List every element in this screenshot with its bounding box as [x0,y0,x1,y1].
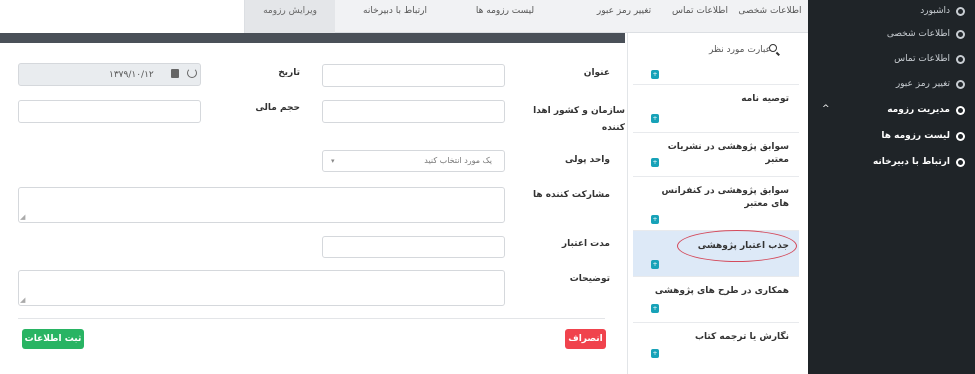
submit-button[interactable]: ثبت اطلاعات [22,329,84,349]
sidebar-item-resume-management[interactable]: مدیریت رزومه [820,103,965,117]
plus-icon[interactable]: + [651,158,659,167]
calendar-icon[interactable] [171,69,179,78]
amount-input[interactable] [18,100,201,123]
resize-handle-icon[interactable]: ◢ [20,213,25,221]
currency-label: واحد پولی [564,155,610,165]
section-item-label: نگارش یا ترجمه کتاب [694,332,789,342]
select-placeholder: یک مورد انتخاب کنید [424,156,492,165]
resize-handle-icon[interactable]: ◢ [20,296,25,304]
circle-icon [956,105,965,115]
date-value: ۱۳۷۹/۱۰/۱۲ [109,70,154,80]
amount-label: حجم مالی [255,103,300,113]
circle-icon [956,29,965,39]
sidebar-item-label: ارتباط با دبیرخانه [872,157,950,167]
duration-label: مدت اعتبار [561,239,610,249]
section-search[interactable]: عبارت مورد نظر + [633,37,799,85]
sidebar-item-contact-secretariat[interactable]: ارتباط با دبیرخانه [820,155,965,169]
sidebar-item-resume-list[interactable]: لیست رزومه ها [820,129,965,143]
notes-textarea[interactable]: ◢ [18,270,505,306]
section-item-journal-publications[interactable]: سوابق پژوهشی در نشریات معتبر + [633,133,799,177]
sidebar-item-dashboard[interactable]: داشبورد [820,4,965,18]
sidebar-item-contact-info[interactable]: اطلاعات تماس [820,52,965,66]
refresh-icon[interactable] [187,68,197,78]
section-item-label: سوابق پژوهشی در نشریات معتبر [667,142,789,165]
tab-change-password[interactable]: تغییر رمز عبور [580,0,668,33]
highlight-annotation [677,230,797,262]
form-header-bar [0,33,625,43]
sidebar-item-label: لیست رزومه ها [881,131,950,141]
circle-icon [956,131,965,141]
plus-icon[interactable]: + [651,70,659,79]
section-item-label: توصیه نامه [741,94,789,104]
chevron-down-icon: ▾ [331,157,335,165]
circle-icon [956,157,965,167]
section-item-recommendation[interactable]: توصیه نامه + [633,85,799,133]
plus-icon[interactable]: + [651,215,659,224]
title-label: عنوان [583,68,610,78]
circle-icon [956,79,965,89]
organization-label: سازمان و کشور اهدا کننده [533,106,625,133]
chevron-up-icon[interactable]: ^ [822,104,830,114]
sidebar-item-personal-info[interactable]: اطلاعات شخصی [820,27,965,41]
date-input[interactable]: ۱۳۷۹/۱۰/۱۲ [18,63,201,86]
plus-icon[interactable]: + [651,114,659,123]
search-input[interactable]: عبارت مورد نظر [709,45,771,55]
organization-input[interactable] [322,100,505,123]
notes-label: توضیحات [569,274,610,284]
plus-icon[interactable]: + [651,260,659,269]
circle-icon [956,54,965,64]
tab-edit-resume[interactable]: ویرایش رزومه [245,0,335,33]
sidebar-item-change-password[interactable]: تغییر رمز عبور [820,77,965,91]
tab-resume-list[interactable]: لیست رزومه ها [455,0,555,33]
section-item-research-projects[interactable]: همکاری در طرح های پژوهشی + [633,277,799,323]
form-divider [18,318,605,319]
tab-personal-info[interactable]: اطلاعات شخصی [732,0,808,33]
participants-textarea[interactable]: ◢ [18,187,505,223]
plus-icon[interactable]: + [651,349,659,358]
currency-select[interactable]: یک مورد انتخاب کنید ▾ [322,150,505,172]
tab-contact-secretariat[interactable]: ارتباط با دبیرخانه [335,0,455,33]
tab-contact-info[interactable]: اطلاعات تماس [668,0,732,33]
dashboard-icon [956,6,965,16]
cancel-button[interactable]: انصراف [565,329,606,349]
section-item-label: همکاری در طرح های پژوهشی [654,286,789,296]
participants-label: مشارکت کننده ها [532,190,610,200]
sidebar-item-label: تغییر رمز عبور [895,79,950,89]
sidebar-item-label: مدیریت رزومه [887,105,950,115]
title-input[interactable] [322,64,505,87]
section-item-conference-papers[interactable]: سوابق پژوهشی در کنفرانس های معتبر + [633,177,799,231]
sidebar-item-label: داشبورد [920,6,950,16]
section-item-book-writing[interactable]: نگارش یا ترجمه کتاب + [633,323,799,374]
tab-bar-blank-area [0,0,245,33]
date-label: تاریخ [278,68,300,78]
sidebar-item-label: اطلاعات شخصی [886,29,950,39]
plus-icon[interactable]: + [651,304,659,313]
section-item-label: سوابق پژوهشی در کنفرانس های معتبر [661,186,789,209]
sidebar-item-label: اطلاعات تماس [894,54,950,64]
duration-input[interactable] [322,236,505,258]
